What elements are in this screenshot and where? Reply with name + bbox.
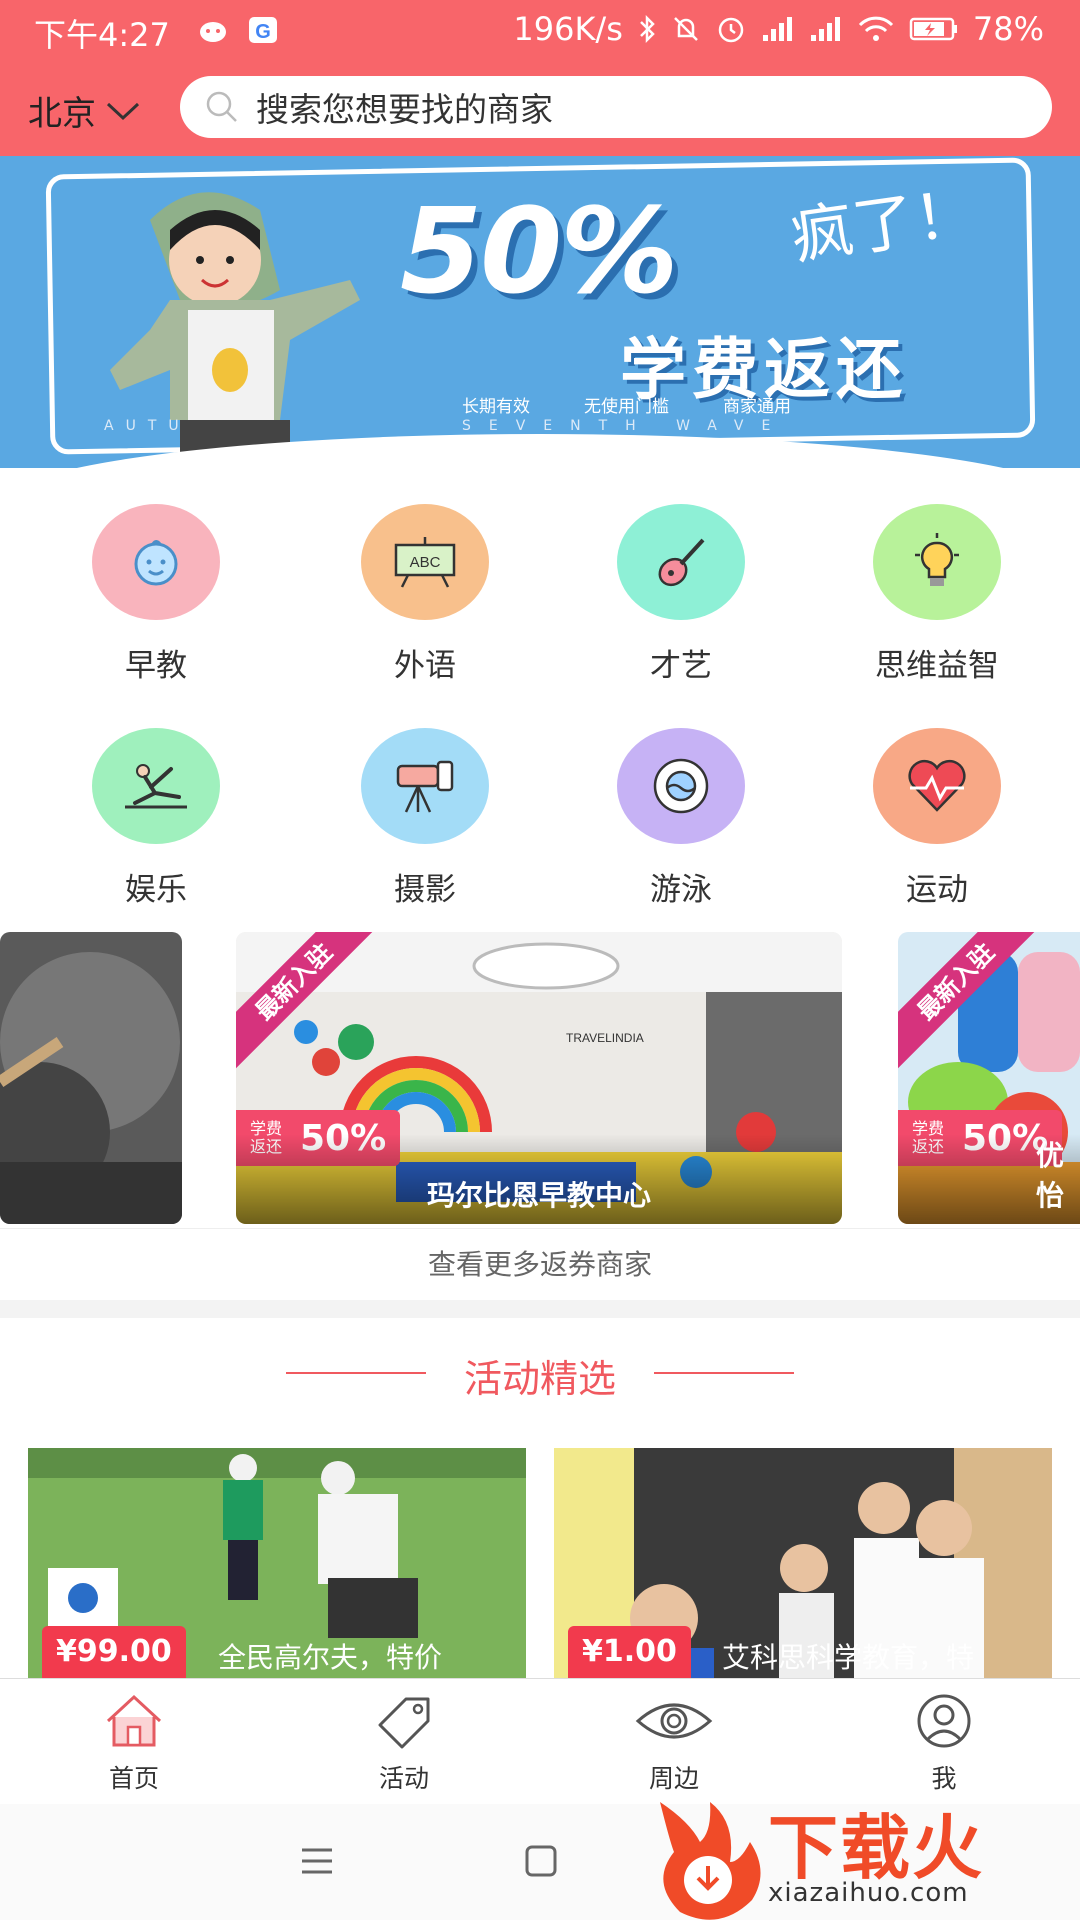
tab-nearby[interactable]: 周边 <box>594 1693 754 1795</box>
merchant-card-partial[interactable]: 最新入驻 学费返还 50% 优怡 <box>898 932 1080 1224</box>
banner-note: 无使用门槛 <box>584 397 669 417</box>
watermark: 下载火 xiazaihuo.com <box>640 1782 1080 1920</box>
merchant-name: 玛尔比恩早教中心 <box>426 1179 651 1212</box>
banner-percent: 50% <box>400 182 678 320</box>
tab-activity[interactable]: 活动 <box>324 1693 484 1795</box>
chevron-down-icon <box>106 102 140 120</box>
watermark-url: xiazaihuo.com <box>768 1878 969 1908</box>
merchant-card-partial[interactable] <box>0 932 182 1224</box>
category-foreign-language[interactable]: ABC 外语 <box>325 504 525 685</box>
bluetooth-icon <box>639 14 655 44</box>
svg-text:ABC: ABC <box>410 554 441 571</box>
signal-icon-2 <box>810 17 840 41</box>
category-swimming[interactable]: 游泳 <box>581 728 781 909</box>
merchant-carousel[interactable]: TRAVELINDIA 最新入驻 学费返还 50% 玛尔比恩早教中心 最新入驻 … <box>0 928 1080 1228</box>
activity-text: 艾科思科学教育，特 <box>722 1641 975 1674</box>
app-notification-icon <box>200 22 226 42</box>
mute-bell-icon <box>673 17 698 41</box>
battery-icon <box>909 17 957 41</box>
battery-percent: 78% <box>972 10 1044 48</box>
category-label: 运动 <box>906 872 968 908</box>
lightbulb-icon <box>915 533 959 586</box>
category-label: 娱乐 <box>125 872 187 908</box>
google-icon: G <box>249 17 277 43</box>
merchant-photo <box>0 932 182 1224</box>
category-early-education[interactable]: 早教 <box>56 504 256 685</box>
activity-card[interactable]: ¥1.00 艾科思科学教育，特 <box>554 1448 1052 1678</box>
svg-text:G: G <box>255 21 271 43</box>
title-divider-right <box>654 1372 794 1374</box>
search-icon <box>206 91 237 122</box>
flame-logo-icon <box>660 1802 761 1920</box>
category-label: 才艺 <box>650 648 712 684</box>
banner-notes: 长期有效 无使用门槛 商家通用 <box>462 392 791 417</box>
category-talent[interactable]: 才艺 <box>581 504 781 685</box>
camera-icon <box>396 760 454 813</box>
activity-text: 全民高尔夫，特价 <box>218 1641 443 1674</box>
top-header: 下午4:27 G 196K/s 78% 北京 搜索您想要找的商家 <box>0 0 1080 156</box>
banner-en-right: SEVENTH WAVE <box>462 418 789 434</box>
status-bar: 下午4:27 G 196K/s 78% <box>0 0 1080 62</box>
category-label: 思维益智 <box>875 648 999 684</box>
city-selector[interactable]: 北京 <box>28 86 140 135</box>
category-entertainment[interactable]: 娱乐 <box>56 728 256 909</box>
merchant-name: 优怡 <box>1036 1139 1065 1212</box>
banner-en-left: AUTU <box>104 418 191 434</box>
alarm-icon <box>718 17 744 43</box>
category-circle <box>873 728 1001 844</box>
guitar-icon <box>658 538 705 587</box>
baby-face-icon <box>134 540 178 586</box>
banner-note: 商家通用 <box>723 397 791 417</box>
heartbeat-icon <box>908 759 966 812</box>
home-icon <box>106 1694 162 1747</box>
activities-section: 活动精选 ¥99.00 全民高尔夫，特价 ¥1.00 艾科思科学教育，特 <box>0 1318 1080 1678</box>
signal-icon-1 <box>762 17 792 41</box>
category-circle <box>92 504 220 620</box>
activity-price: ¥1.00 <box>568 1626 691 1678</box>
user-icon <box>917 1694 971 1748</box>
gymnast-icon <box>125 764 187 809</box>
lifebuoy-icon <box>653 758 709 814</box>
category-sports[interactable]: 运动 <box>837 728 1037 909</box>
category-circle <box>617 504 745 620</box>
category-circle <box>617 728 745 844</box>
wifi-icon <box>858 16 893 41</box>
tab-label: 活动 <box>378 1764 429 1793</box>
category-label: 游泳 <box>650 872 712 908</box>
menu-icon[interactable] <box>300 1846 334 1876</box>
category-label: 摄影 <box>394 872 456 908</box>
category-circle <box>92 728 220 844</box>
promo-banner[interactable]: 50% 疯了！ 学费返还 长期有效 无使用门槛 商家通用 AUTU SEVENT… <box>0 156 1080 468</box>
tab-home[interactable]: 首页 <box>54 1693 214 1795</box>
status-right: 196K/s 78% <box>513 10 1044 48</box>
banner-note: 长期有效 <box>462 397 530 417</box>
svg-text:TRAVELINDIA: TRAVELINDIA <box>566 1031 644 1045</box>
tab-label: 首页 <box>108 1764 159 1793</box>
city-label: 北京 <box>28 94 96 134</box>
tag-icon <box>378 1697 430 1749</box>
home-square-icon[interactable] <box>524 1844 558 1878</box>
merchant-card[interactable]: TRAVELINDIA 最新入驻 学费返还 50% 玛尔比恩早教中心 <box>236 932 842 1224</box>
search-input[interactable]: 搜索您想要找的商家 <box>180 76 1052 138</box>
search-placeholder: 搜索您想要找的商家 <box>256 90 553 129</box>
category-circle <box>361 728 489 844</box>
status-time: 下午4:27 <box>34 16 170 54</box>
category-circle: ABC <box>361 504 489 620</box>
eye-icon <box>635 1703 713 1739</box>
activity-card[interactable]: ¥99.00 全民高尔夫，特价 <box>28 1448 526 1678</box>
net-speed: 196K/s <box>513 10 623 48</box>
activity-price: ¥99.00 <box>42 1626 186 1678</box>
category-circle <box>873 504 1001 620</box>
category-grid: 早教 ABC 外语 才艺 思维益智 娱乐 摄影 游泳 运动 <box>0 468 1080 928</box>
abc-board-icon: ABC <box>394 537 456 588</box>
activities-title: 活动精选 <box>463 1357 616 1401</box>
category-photography[interactable]: 摄影 <box>325 728 525 909</box>
category-label: 早教 <box>125 648 187 684</box>
tab-me[interactable]: 我 <box>864 1693 1024 1795</box>
category-label: 外语 <box>394 648 456 684</box>
category-thinking-puzzle[interactable]: 思维益智 <box>837 504 1037 685</box>
more-merchants-link[interactable]: 查看更多返券商家 <box>0 1228 1080 1300</box>
